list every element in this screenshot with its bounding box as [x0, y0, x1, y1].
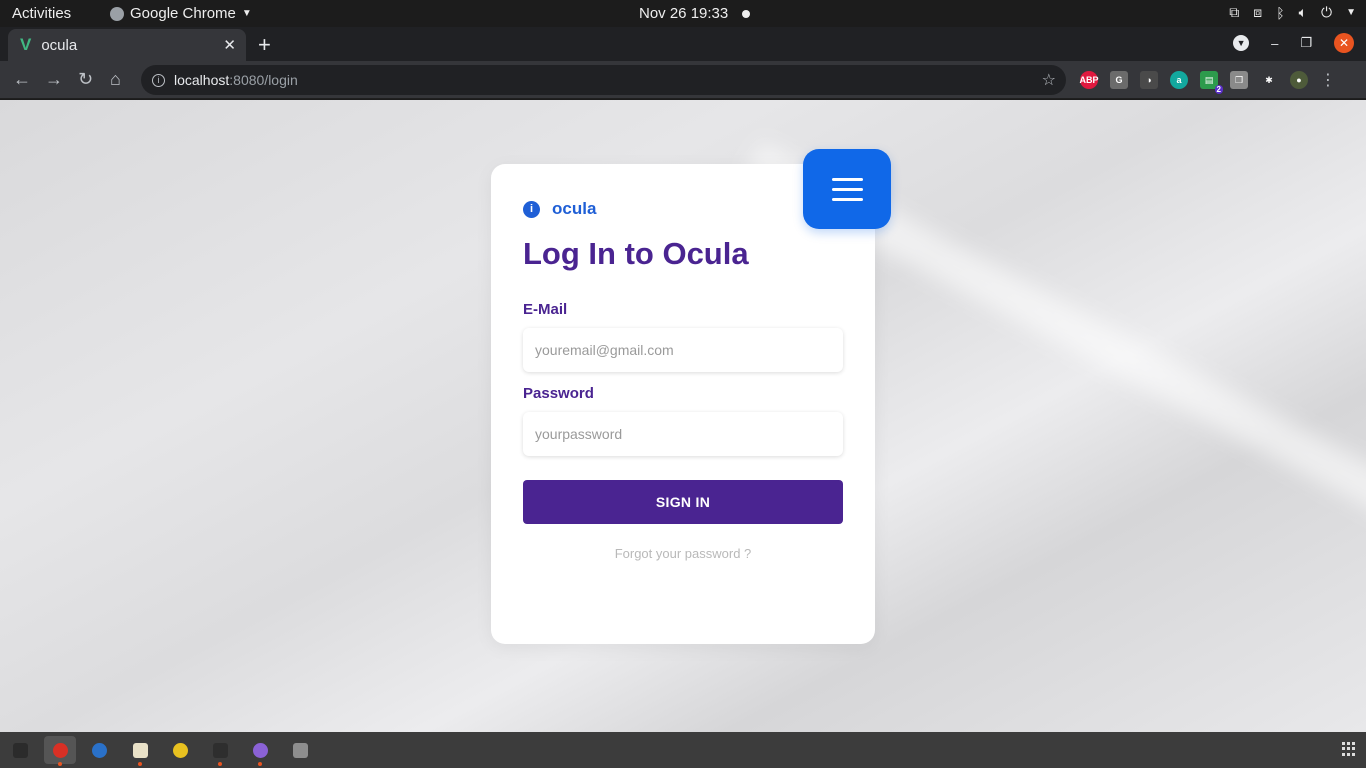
browser-menu-icon[interactable]: ⋮	[1320, 70, 1336, 90]
screen-share-icon[interactable]: ⧉	[1229, 4, 1239, 21]
caret-down-icon: ▼	[241, 8, 252, 19]
site-info-icon[interactable]: i	[152, 73, 165, 87]
email-field[interactable]	[523, 328, 843, 372]
thunderbird-app-glyph	[91, 742, 107, 758]
browser-tab[interactable]: V ocula ✕	[8, 29, 246, 61]
grammar-extension-glyph: G	[1115, 75, 1123, 85]
clipper-extension-icon[interactable]: ◑	[1140, 71, 1158, 89]
amazon-assistant-icon[interactable]: a	[1170, 71, 1188, 89]
bookmark-star-icon[interactable]: ☆	[1042, 70, 1056, 90]
system-tray[interactable]: ⧉ ⧈ ᛒ 🔈︎ ⏻ ▼	[1229, 4, 1356, 21]
reload-icon[interactable]: ↻	[78, 69, 93, 90]
minimize-icon[interactable]: –	[1271, 36, 1278, 51]
close-tab-icon[interactable]: ✕	[223, 36, 236, 54]
caret-down-icon[interactable]: ▼	[1346, 7, 1356, 18]
extensions-puzzle-icon[interactable]: ✱	[1260, 71, 1278, 89]
files-app-glyph	[132, 742, 148, 758]
new-tab-button[interactable]: +	[258, 32, 271, 58]
back-arrow-icon[interactable]: ←	[13, 69, 31, 90]
clipper-extension-glyph: ◑	[1146, 75, 1152, 85]
hamburger-line	[831, 177, 863, 181]
disk-app-glyph	[292, 742, 308, 758]
close-window-icon[interactable]: ✕	[1334, 33, 1354, 53]
brand: i ocula	[523, 199, 596, 219]
console-app-glyph	[212, 742, 228, 758]
menu-button[interactable]	[803, 149, 891, 229]
forward-arrow-icon[interactable]: →	[45, 69, 63, 90]
terminal-app-glyph	[12, 742, 28, 758]
clock[interactable]: Nov 26 19:33	[639, 5, 751, 22]
restore-icon[interactable]: ❐	[1300, 35, 1312, 51]
colorful-tabs-glyph: ▤	[1204, 74, 1214, 85]
running-indicator	[258, 762, 262, 766]
chrome-app-icon[interactable]	[44, 736, 76, 766]
forgot-password-link[interactable]: Forgot your password ?	[491, 546, 875, 561]
address-bar[interactable]: i localhost:8080/login ☆	[141, 65, 1066, 95]
power-icon[interactable]: ⏻	[1321, 4, 1332, 21]
rhythmbox-app-icon[interactable]	[164, 736, 196, 764]
tab-search-icon[interactable]: ▼	[1233, 35, 1250, 51]
adblock-plus-glyph: ABP	[1079, 75, 1099, 85]
profile-avatar-icon[interactable]: ●	[1290, 71, 1308, 89]
terminal-app-icon[interactable]	[4, 736, 36, 764]
grey-extension-glyph: ❒	[1234, 74, 1244, 85]
page-title: Log In to Ocula	[523, 236, 749, 271]
volume-icon[interactable]: 🔈︎	[1299, 4, 1307, 21]
chrome-app-glyph	[52, 742, 68, 758]
email-label: E-Mail	[523, 301, 568, 318]
sign-in-button[interactable]: SIGN IN	[523, 480, 843, 524]
window-controls: ▼ – ❐ ✕	[1233, 33, 1354, 53]
disk-app-icon[interactable]	[284, 736, 316, 764]
url-path: :8080/login	[229, 72, 298, 88]
browser-toolbar: ← → ↻ ⌂ i localhost:8080/login ☆ ABP G ◑ a ▤…	[0, 61, 1366, 99]
bluetooth-icon[interactable]: ᛒ	[1276, 5, 1284, 21]
running-indicator	[218, 762, 222, 766]
extension-badge: 2	[1214, 85, 1223, 94]
amazon-assistant-glyph: a	[1176, 75, 1182, 85]
app-menu[interactable]: Google Chrome ▼	[110, 5, 252, 22]
password-label: Password	[523, 385, 594, 402]
login-card: i ocula Log In to Ocula E-Mail Password …	[491, 164, 875, 644]
console-app-icon[interactable]	[204, 736, 236, 766]
extensions-area: ABP G ◑ a ▤ 2 ❒ ✱ ● ⋮	[1079, 70, 1336, 94]
notification-dot-icon	[742, 9, 751, 18]
network-icon[interactable]: ⧈	[1253, 4, 1262, 21]
purple-app-icon[interactable]	[244, 736, 276, 766]
activities-button[interactable]: Activities	[12, 5, 71, 22]
grammar-extension-icon[interactable]: G	[1110, 71, 1128, 89]
running-indicator	[58, 762, 62, 766]
rhythmbox-app-glyph	[172, 742, 188, 758]
page-background: i ocula Log In to Ocula E-Mail Password …	[0, 100, 1366, 732]
hamburger-line	[831, 197, 863, 201]
info-icon: i	[523, 200, 540, 218]
vue-favicon-icon: V	[20, 35, 32, 54]
tab-title: ocula	[41, 36, 78, 54]
clock-label: Nov 26 19:33	[639, 5, 729, 22]
profile-avatar-glyph: ●	[1296, 75, 1302, 85]
tab-strip: V ocula ✕ + ▼ – ❐ ✕	[0, 27, 1366, 61]
url-host: localhost	[174, 72, 230, 88]
purple-app-glyph	[252, 742, 268, 758]
thunderbird-app-icon[interactable]	[83, 736, 115, 764]
home-icon[interactable]: ⌂	[110, 69, 121, 90]
password-field[interactable]	[523, 412, 843, 456]
show-applications-icon[interactable]	[1342, 742, 1356, 756]
app-menu-label: Google Chrome	[130, 5, 236, 22]
extensions-puzzle-glyph: ✱	[1265, 74, 1273, 85]
files-app-icon[interactable]	[124, 736, 156, 766]
system-top-bar: Activities Google Chrome ▼ Nov 26 19:33 …	[0, 0, 1366, 27]
colorful-tabs-icon[interactable]: ▤ 2	[1200, 71, 1223, 94]
hamburger-line	[831, 187, 863, 191]
chrome-small-icon	[110, 6, 124, 21]
brand-name: ocula	[552, 199, 597, 218]
adblock-plus-icon[interactable]: ABP	[1079, 71, 1099, 89]
dock	[0, 732, 1366, 768]
grey-extension-icon[interactable]: ❒	[1230, 71, 1248, 89]
running-indicator	[138, 762, 142, 766]
